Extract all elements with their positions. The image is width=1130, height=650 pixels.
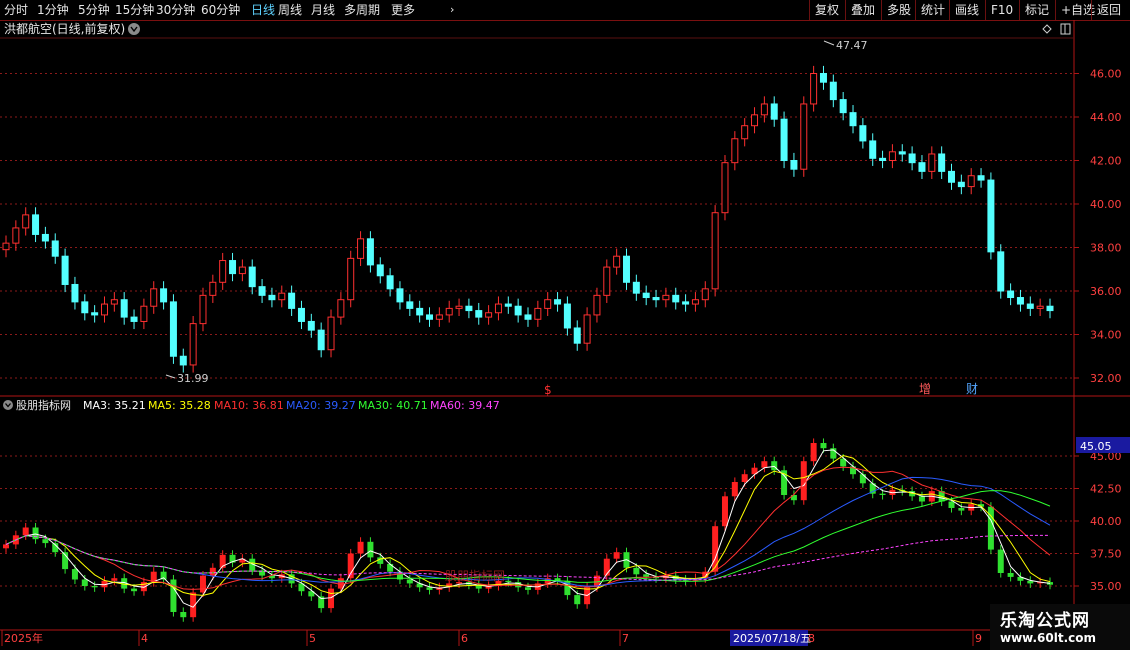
indicator-tick: 42.50 <box>1090 483 1122 496</box>
ma-legend-item: MA3: 35.21 <box>83 399 146 412</box>
period-tab-6[interactable]: 日线 <box>251 0 275 20</box>
indicator-candles <box>3 438 1053 622</box>
diamond-icon[interactable] <box>1042 24 1052 34</box>
ma-legend-item: MA5: 35.28 <box>148 399 211 412</box>
panel-toggle-icon[interactable] <box>1060 23 1071 35</box>
price-tick: 36.00 <box>1090 285 1122 298</box>
price-tick: 38.00 <box>1090 242 1122 255</box>
price-tick: 32.00 <box>1090 372 1122 385</box>
indicator-tick: 40.00 <box>1090 515 1122 528</box>
stock-title[interactable]: 洪都航空(日线,前复权) <box>4 21 125 36</box>
ma-legend-item: MA20: 39.27 <box>286 399 356 412</box>
indicator-legend: MA3: 35.21 MA5: 35.28 MA10: 36.81 MA20: 39.… <box>83 399 500 412</box>
high-annotation: 47.47 <box>823 39 868 52</box>
toolbar-button-8[interactable]: 返回 <box>1091 0 1126 20</box>
price-tick: 44.00 <box>1090 111 1122 124</box>
chart-area[interactable]: 洪都航空(日线,前复权) 46.00 44.00 42.00 40.00 38.00 36… <box>0 20 1130 650</box>
ma-legend-item: MA10: 36.81 <box>214 399 284 412</box>
price-axis: 46.00 44.00 42.00 40.00 38.00 36.00 34.00 32.00 <box>1074 68 1122 385</box>
site-logo: 乐淘公式网 www.60lt.com <box>990 604 1130 650</box>
date-label: 2025年 <box>4 631 43 645</box>
date-label: 6 <box>461 632 468 645</box>
period-tab-3[interactable]: 15分钟 <box>115 0 154 20</box>
price-tick: 40.00 <box>1090 198 1122 211</box>
low-annotation: 31.99 <box>165 372 209 385</box>
period-tab-0[interactable]: 分时 <box>4 0 28 20</box>
date-label: 5 <box>309 632 316 645</box>
more-chevron-icon[interactable]: › <box>450 0 454 20</box>
ma-legend-item: MA30: 40.71 <box>358 399 428 412</box>
period-toolbar: 分时 1分钟 5分钟 15分钟 30分钟 60分钟 日线 周线 月线 多周期 更多 › 复权 叠加 多股 统计… <box>0 0 1130 21</box>
high-label: 47.47 <box>836 39 868 52</box>
main-grid <box>0 73 1074 379</box>
logo-url: www.60lt.com <box>1000 631 1097 645</box>
logo-title: 乐淘公式网 <box>1000 611 1090 631</box>
toolbar-button-5[interactable]: F10 <box>985 0 1018 20</box>
indicator-tick: 37.50 <box>1090 548 1122 561</box>
indicator-name[interactable]: 股朋指标网 <box>16 398 71 412</box>
main-candles <box>2 65 1054 373</box>
indicator-axis: 45.0042.5040.0037.5035.00 <box>1074 450 1122 593</box>
cursor-date-tag: 2025/07/18/五 <box>730 630 811 646</box>
increase-marker[interactable]: 增 <box>919 382 931 396</box>
indicator-menu-icon[interactable] <box>3 400 13 410</box>
price-tick: 46.00 <box>1090 68 1122 81</box>
period-tab-1[interactable]: 1分钟 <box>37 0 69 20</box>
title-dropdown-icon[interactable] <box>128 23 140 35</box>
toolbar-button-6[interactable]: 标记 <box>1019 0 1054 20</box>
date-label: 4 <box>141 632 148 645</box>
indicator-tick: 35.00 <box>1090 580 1122 593</box>
finance-marker[interactable]: 财 <box>966 382 978 396</box>
toolbar-button-2[interactable]: 多股 <box>881 0 916 20</box>
price-tick: 34.00 <box>1090 329 1122 342</box>
period-tab-5[interactable]: 60分钟 <box>201 0 240 20</box>
date-axis: 2025年 4 5 6 7 8 9 <box>1 630 982 646</box>
period-tab-2[interactable]: 5分钟 <box>78 0 110 20</box>
indicator-watermark: 股朋指标网 <box>445 568 505 583</box>
period-tab-4[interactable]: 30分钟 <box>156 0 195 20</box>
toolbar-button-1[interactable]: 叠加 <box>845 0 880 20</box>
period-tab-9[interactable]: 多周期 <box>344 0 380 20</box>
period-tab-7[interactable]: 周线 <box>278 0 302 20</box>
current-value-tag: 45.05 <box>1076 437 1130 453</box>
period-tab-8[interactable]: 月线 <box>311 0 335 20</box>
toolbar-button-0[interactable]: 复权 <box>809 0 844 20</box>
current-value: 45.05 <box>1080 440 1112 453</box>
toolbar-button-3[interactable]: 统计 <box>915 0 950 20</box>
ma-legend-item: MA60: 39.47 <box>430 399 500 412</box>
date-label: 7 <box>622 632 629 645</box>
date-label: 9 <box>975 632 982 645</box>
cursor-date: 2025/07/18/五 <box>733 632 811 645</box>
toolbar-button-4[interactable]: 画线 <box>949 0 984 20</box>
dollar-marker[interactable]: $ <box>544 383 552 397</box>
period-tab-10[interactable]: 更多 <box>391 0 415 20</box>
price-tick: 42.00 <box>1090 155 1122 168</box>
low-label: 31.99 <box>177 372 209 385</box>
